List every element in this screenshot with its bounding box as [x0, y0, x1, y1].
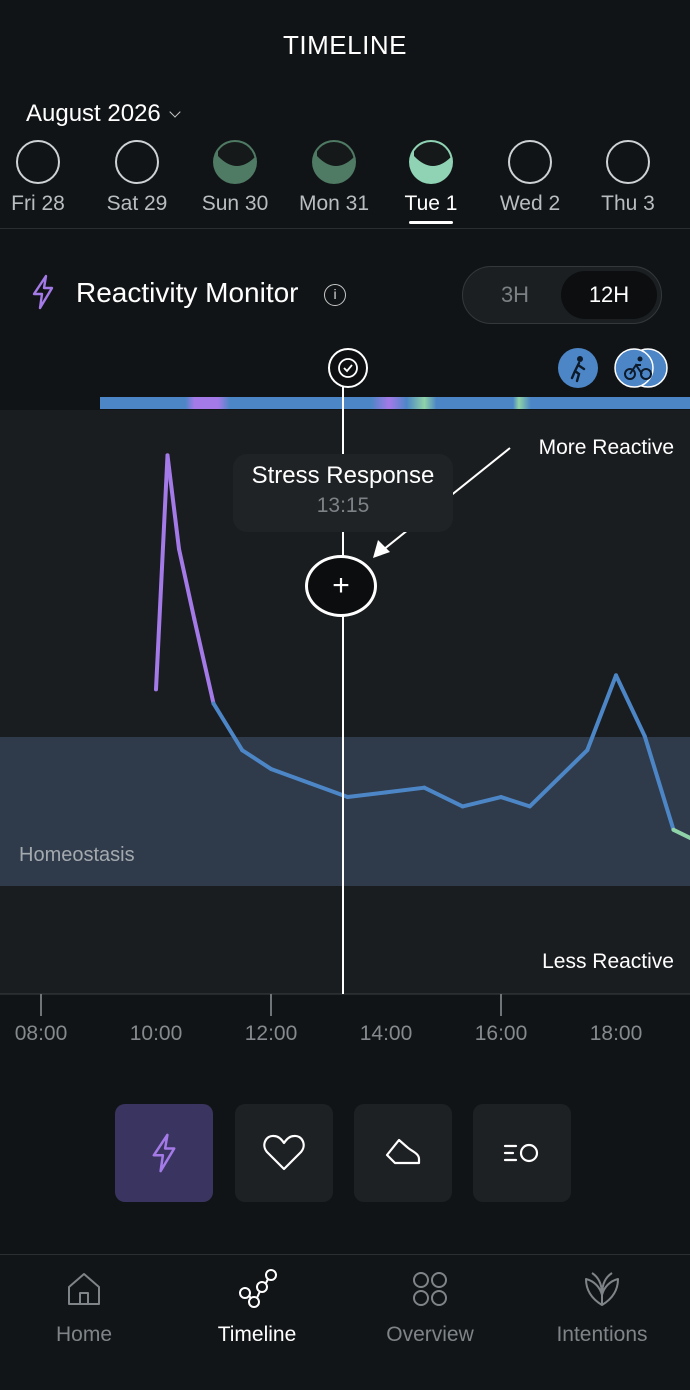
bottom-tab-bar: Home Timeline Overview Intentions: [0, 1254, 690, 1390]
day-item[interactable]: Tue 1: [381, 140, 481, 224]
data-point: [193, 618, 196, 621]
day-ring-icon: [115, 140, 159, 184]
data-point: [672, 828, 675, 831]
day-ring-icon: [16, 140, 60, 184]
day-item[interactable]: Sun 30: [185, 140, 285, 216]
day-item[interactable]: Fri 28: [0, 140, 88, 216]
tab-label: Timeline: [217, 1323, 297, 1346]
monitor-title: Reactivity Monitor: [76, 277, 299, 308]
x-tick-label: 16:00: [474, 1022, 528, 1045]
range-option-3h[interactable]: 3H: [467, 271, 563, 319]
data-point: [155, 688, 158, 691]
bolt-icon: [152, 1133, 176, 1173]
day-label: Mon 31: [298, 192, 370, 215]
data-point: [178, 548, 181, 551]
data-point: [643, 735, 646, 738]
day-item[interactable]: Wed 2: [480, 140, 580, 216]
x-tick-label: 14:00: [359, 1022, 413, 1045]
month-selector[interactable]: August 2026: [26, 100, 181, 128]
cycling-icon[interactable]: [612, 348, 668, 388]
more-reactive-label: More Reactive: [538, 436, 674, 459]
range-toggle: 3H 12H: [462, 266, 662, 324]
page-title: TIMELINE: [283, 30, 407, 60]
data-point: [308, 782, 311, 785]
homeostasis-label: Homeostasis: [19, 844, 135, 866]
tooltip-title: Stress Response: [251, 462, 435, 489]
metric-breath-button[interactable]: [473, 1104, 571, 1202]
day-label: Fri 28: [11, 192, 65, 215]
day-strip: Fri 28 Sat 29 Sun 30 Mon 31 Tue 1 Wed 2 …: [0, 140, 690, 230]
data-point: [586, 749, 589, 752]
day-ring-icon: [312, 140, 356, 184]
x-tick-label: 18:00: [589, 1022, 643, 1045]
reactivity-chart: Stress Response 13:15 + More Reactive Le…: [0, 340, 690, 1060]
add-event-button[interactable]: +: [305, 555, 377, 617]
day-item[interactable]: Thu 3: [578, 140, 678, 216]
metric-heart-button[interactable]: [235, 1104, 333, 1202]
data-point: [500, 796, 503, 799]
chevron-down-icon: [169, 106, 181, 118]
day-ring-icon: [606, 140, 650, 184]
day-label: Wed 2: [499, 192, 561, 215]
tab-label: Overview: [386, 1323, 474, 1346]
data-point: [385, 791, 388, 794]
data-point: [461, 805, 464, 808]
checkin-icon[interactable]: [328, 348, 368, 388]
tab-label: Home: [55, 1323, 113, 1346]
day-ring-icon: [409, 140, 453, 184]
metric-selector: [0, 1104, 690, 1202]
day-ring-icon: [213, 140, 257, 184]
bolt-icon: [32, 274, 54, 310]
data-point: [212, 702, 215, 705]
x-tick-label: 10:00: [129, 1022, 183, 1045]
data-point: [423, 786, 426, 789]
reactivity-strip: [100, 397, 690, 409]
stress-tooltip[interactable]: Stress Response 13:15: [233, 454, 453, 532]
day-label: Tue 1: [404, 192, 458, 215]
data-point: [166, 454, 169, 457]
heart-icon: [263, 1134, 305, 1171]
less-reactive-label: Less Reactive: [542, 950, 674, 973]
day-label: Sun 30: [201, 192, 269, 215]
data-point: [270, 767, 273, 770]
tab-overview[interactable]: Overview: [350, 1265, 510, 1347]
info-icon[interactable]: i: [324, 284, 346, 306]
x-tick-label: 12:00: [244, 1022, 298, 1045]
day-ring-icon: [508, 140, 552, 184]
day-label: Thu 3: [601, 192, 655, 215]
tab-home[interactable]: Home: [4, 1265, 164, 1347]
tab-timeline[interactable]: Timeline: [177, 1265, 337, 1347]
day-item[interactable]: Sat 29: [87, 140, 187, 216]
shoe-icon: [385, 1138, 421, 1165]
metric-reactivity-button[interactable]: [115, 1104, 213, 1202]
overview-icon: [413, 1272, 447, 1306]
selected-day-indicator: [409, 221, 453, 224]
divider: [0, 228, 690, 229]
timeline-icon: [239, 1269, 277, 1308]
data-point: [241, 749, 244, 752]
day-label: Sat 29: [106, 192, 168, 215]
tab-label: Intentions: [556, 1323, 648, 1346]
intentions-icon: [585, 1272, 619, 1306]
monitor-header: Reactivity Monitor i 3H 12H: [0, 262, 690, 324]
data-point: [615, 674, 618, 677]
data-point: [346, 796, 349, 799]
day-item[interactable]: Mon 31: [284, 140, 384, 216]
home-icon: [68, 1273, 100, 1305]
month-label: August 2026: [26, 100, 161, 127]
breath-icon: [503, 1143, 539, 1163]
x-tick-label: 08:00: [14, 1022, 68, 1045]
tab-intentions[interactable]: Intentions: [522, 1265, 682, 1347]
data-point: [557, 777, 560, 780]
data-point: [528, 805, 531, 808]
metric-activity-button[interactable]: [354, 1104, 452, 1202]
tooltip-time: 13:15: [316, 494, 370, 517]
range-option-12h[interactable]: 12H: [561, 271, 657, 319]
walking-icon[interactable]: [558, 348, 598, 388]
